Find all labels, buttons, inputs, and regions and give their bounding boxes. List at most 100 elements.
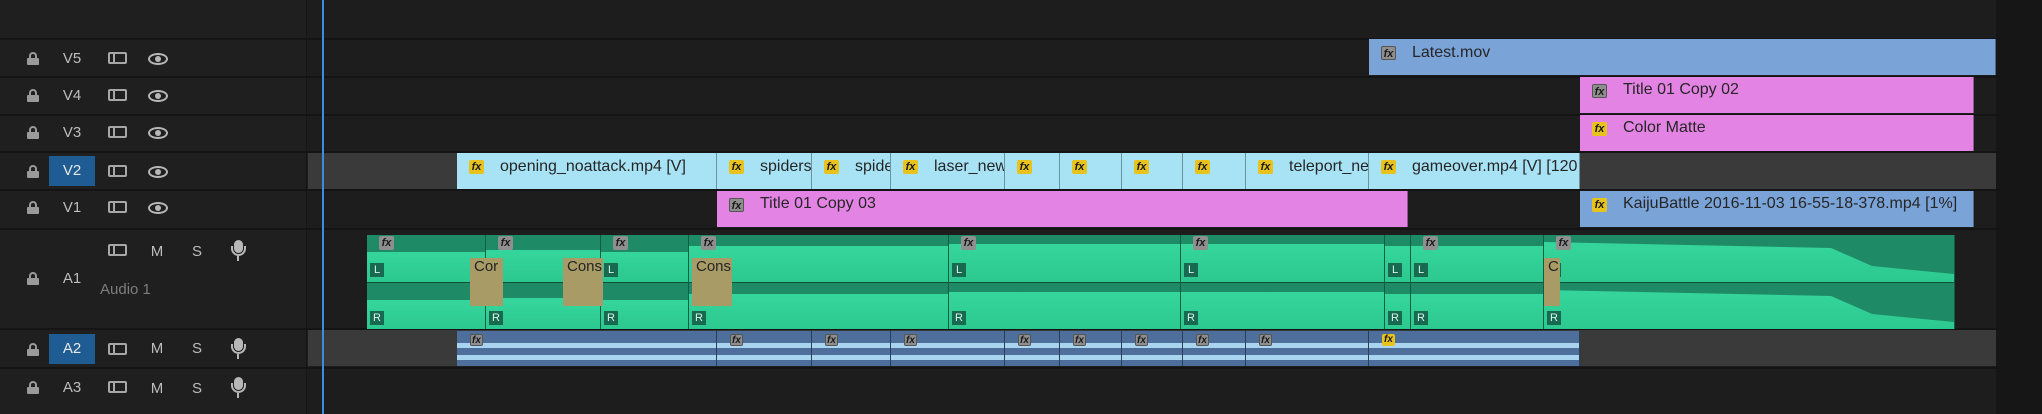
- clip-short[interactable]: fx: [1060, 153, 1122, 189]
- crossfade-transition[interactable]: [692, 282, 732, 306]
- track-label-a2[interactable]: A2: [49, 334, 95, 364]
- eye-icon[interactable]: [148, 165, 168, 179]
- audio-clip-kaiju[interactable]: L R fx: [1544, 235, 1955, 329]
- fx-badge-icon: fx: [1258, 160, 1273, 174]
- fx-badge-icon: fx: [1382, 334, 1395, 346]
- audio-clip-a2[interactable]: fx: [1183, 331, 1246, 366]
- fx-badge-icon: fx: [498, 236, 513, 250]
- track-label-v2[interactable]: V2: [49, 156, 95, 186]
- audio-clip-a2[interactable]: fx: [1246, 331, 1369, 366]
- clip-teleport[interactable]: fx teleport_ne: [1246, 153, 1369, 189]
- clip-kaijubattle[interactable]: fx KaijuBattle 2016-11-03 16-55-18-378.m…: [1580, 191, 1974, 227]
- track-label-v5[interactable]: V5: [49, 44, 95, 74]
- fx-badge-icon: fx: [1193, 236, 1208, 250]
- sync-lock-icon[interactable]: [108, 89, 127, 103]
- lock-icon[interactable]: [27, 126, 39, 139]
- microphone-icon[interactable]: [231, 338, 246, 360]
- mute-button[interactable]: M: [148, 243, 166, 260]
- mute-button[interactable]: M: [148, 340, 166, 357]
- clip-latest[interactable]: fx Latest.mov: [1369, 39, 1996, 75]
- audio-clip[interactable]: L R fx: [367, 235, 486, 329]
- audio-clip-a2[interactable]: fx: [812, 331, 891, 366]
- track-header-v4: V4: [0, 81, 307, 111]
- fx-badge-icon: fx: [1556, 236, 1571, 250]
- clip-gameover[interactable]: fx gameover.mp4 [V] [120: [1369, 153, 1580, 189]
- audio-clip[interactable]: L R fx: [601, 235, 689, 329]
- sync-lock-icon[interactable]: [108, 343, 127, 357]
- audio-clip-a2[interactable]: fx: [1369, 331, 1580, 366]
- sync-lock-icon[interactable]: [108, 244, 127, 258]
- audio-track-name[interactable]: Audio 1: [100, 281, 151, 298]
- timeline-panel: { "tracks": { "V5": {"label": "V5"}, "V4…: [0, 0, 2042, 414]
- audio-clip-a2[interactable]: fx: [1060, 331, 1122, 366]
- sync-lock-icon[interactable]: [108, 381, 127, 395]
- eye-icon[interactable]: [148, 126, 168, 140]
- clip-short[interactable]: fx: [1005, 153, 1060, 189]
- audio-clip-a2[interactable]: fx: [717, 331, 812, 366]
- sync-lock-icon[interactable]: [108, 165, 127, 179]
- crossfade-transition[interactable]: [470, 282, 503, 306]
- crossfade-transition[interactable]: Cor: [470, 258, 503, 282]
- track-label-a3[interactable]: A3: [49, 373, 95, 403]
- audio-clip[interactable]: L R fx: [1181, 235, 1385, 329]
- audio-clip-a2[interactable]: fx: [1005, 331, 1060, 366]
- clip-spiders[interactable]: fx spiders: [717, 153, 812, 189]
- clip-short[interactable]: fx: [1122, 153, 1183, 189]
- track-label-v1[interactable]: V1: [49, 193, 95, 223]
- track-label-v4[interactable]: V4: [49, 81, 95, 111]
- solo-button[interactable]: S: [188, 243, 206, 260]
- fx-badge-icon: fx: [904, 334, 917, 346]
- lock-icon[interactable]: [27, 89, 39, 102]
- lock-icon[interactable]: [27, 165, 39, 178]
- clip-spiders-2[interactable]: fx spide: [812, 153, 891, 189]
- crossfade-transition[interactable]: Cons: [563, 258, 603, 282]
- crossfade-transition[interactable]: C: [1544, 258, 1560, 282]
- clip-title-01-copy-03[interactable]: fx Title 01 Copy 03: [717, 191, 1408, 227]
- clip-color-matte[interactable]: fx Color Matte: [1580, 115, 1974, 151]
- track-header-a3: A3 M S: [0, 372, 307, 402]
- crossfade-transition[interactable]: [1544, 282, 1560, 306]
- fx-badge-icon: fx: [470, 334, 483, 346]
- microphone-icon[interactable]: [231, 240, 246, 262]
- lock-icon[interactable]: [27, 272, 39, 285]
- audio-clip-a2[interactable]: fx: [457, 331, 717, 366]
- track-label-a1[interactable]: A1: [49, 264, 95, 294]
- track-divider: [0, 367, 2000, 369]
- audio-clip[interactable]: L R fx: [949, 235, 1181, 329]
- eye-icon[interactable]: [148, 52, 168, 66]
- clip-name: teleport_ne: [1289, 158, 1369, 175]
- clip-title-01-copy-02[interactable]: fx Title 01 Copy 02: [1580, 77, 1974, 113]
- clip-name: Color Matte: [1623, 119, 1706, 136]
- clip-laser-new[interactable]: fx laser_new: [891, 153, 1005, 189]
- fx-badge-icon: fx: [1592, 122, 1607, 136]
- audio-clip[interactable]: L R: [1385, 235, 1411, 329]
- fx-badge-icon: fx: [729, 198, 744, 212]
- crossfade-transition[interactable]: Cons: [692, 258, 732, 282]
- lock-icon[interactable]: [27, 52, 39, 65]
- track-label-v3[interactable]: V3: [49, 118, 95, 148]
- audio-clip[interactable]: L R fx: [1411, 235, 1544, 329]
- sync-lock-icon[interactable]: [108, 52, 127, 66]
- solo-button[interactable]: S: [188, 380, 206, 397]
- mute-button[interactable]: M: [148, 380, 166, 397]
- crossfade-transition[interactable]: [563, 282, 603, 306]
- lock-icon[interactable]: [27, 343, 39, 356]
- fx-badge-icon: fx: [613, 236, 628, 250]
- lock-icon[interactable]: [27, 381, 39, 394]
- sync-lock-icon[interactable]: [108, 201, 127, 215]
- audio-clip-a2[interactable]: fx: [891, 331, 1005, 366]
- clip-short[interactable]: fx: [1183, 153, 1246, 189]
- track-header-a1: A1 M S: [0, 232, 307, 326]
- eye-icon[interactable]: [148, 201, 168, 215]
- microphone-icon[interactable]: [231, 377, 246, 399]
- clip-name: laser_new: [934, 158, 1005, 175]
- lock-icon[interactable]: [27, 201, 39, 214]
- eye-icon[interactable]: [148, 89, 168, 103]
- fx-badge-icon: fx: [825, 334, 838, 346]
- fx-badge-icon: fx: [701, 236, 716, 250]
- clip-opening-noattack[interactable]: fx opening_noattack.mp4 [V]: [457, 153, 717, 189]
- playhead[interactable]: [322, 0, 324, 414]
- sync-lock-icon[interactable]: [108, 126, 127, 140]
- audio-clip-a2[interactable]: fx: [1122, 331, 1183, 366]
- solo-button[interactable]: S: [188, 340, 206, 357]
